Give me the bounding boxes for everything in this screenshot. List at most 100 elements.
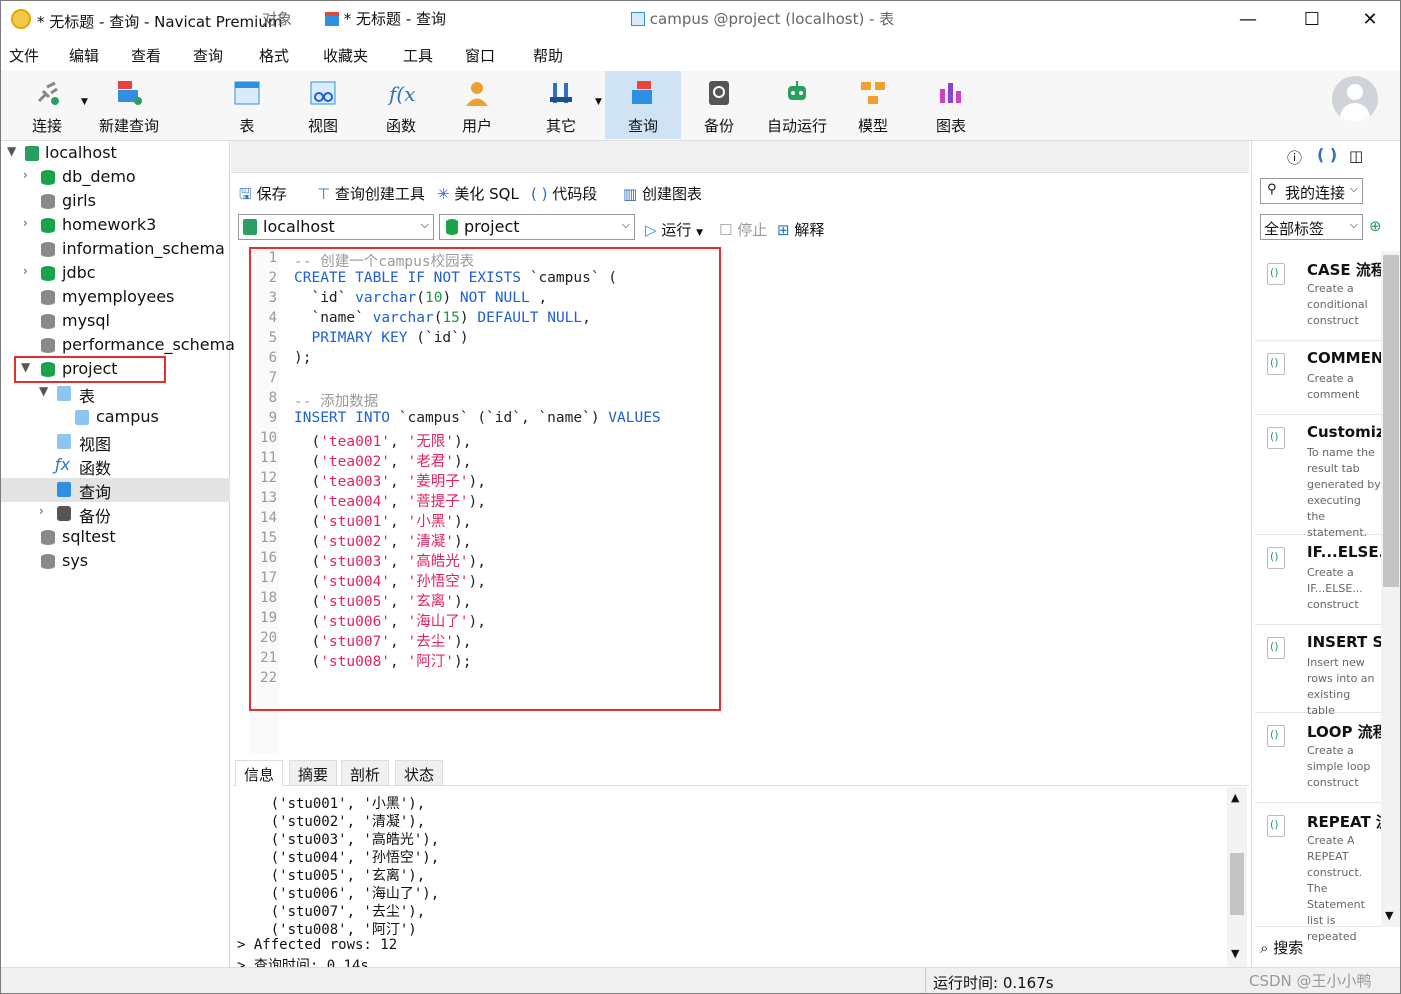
add-snippet-icon[interactable]: ⊕ (1369, 217, 1382, 235)
tree-table-campus[interactable]: campus (1, 406, 230, 430)
tree-db-sys[interactable]: sys (1, 550, 230, 574)
snippet-search[interactable]: ⌕ 搜索 (1260, 937, 1303, 958)
menu-query[interactable]: 查询 (193, 45, 223, 66)
explain-button[interactable]: ⊞ 解释 (777, 219, 824, 240)
connect-dropdown-arrow-icon[interactable]: ▼ (81, 97, 88, 107)
close-button[interactable]: ✕ (1347, 5, 1393, 35)
tree-db-mysql[interactable]: mysql (1, 310, 230, 334)
tab-table-campus[interactable]: campus @project (localhost) - 表 (627, 3, 927, 33)
tree-project-backups[interactable]: › 备份 (1, 502, 230, 526)
tree-db-myemployees[interactable]: myemployees (1, 286, 230, 310)
minimize-button[interactable]: — (1225, 5, 1271, 35)
toolbar-table-button[interactable]: 表 (209, 71, 285, 139)
tree-db-information_schema[interactable]: information_schema (1, 238, 230, 262)
query-icon (632, 81, 652, 104)
snippet-item[interactable]: () REPEAT 流 Create A REPEAT construct. The… (1255, 805, 1381, 943)
function-icon: f(x) (387, 82, 415, 106)
chevron-down-icon: ⌵ (420, 218, 429, 231)
connection-filter-dropdown[interactable]: ⚲ 我的连接 ⌵ (1260, 178, 1363, 204)
tab-profile[interactable]: 剖析 (341, 760, 390, 786)
info-icon[interactable]: ⓘ (1287, 147, 1302, 168)
snippet-item[interactable]: () Customize To name the result tab genera… (1255, 417, 1381, 539)
toolbar-other-button[interactable]: 其它 (523, 71, 599, 139)
menu-window[interactable]: 窗口 (465, 45, 495, 66)
snippet-description: Create A REPEAT construct. The Statement… (1307, 834, 1365, 943)
tree-db-homework3[interactable]: › homework3 (1, 214, 230, 238)
toolbar-view-button[interactable]: 视图 (285, 71, 361, 139)
user-avatar[interactable] (1332, 76, 1378, 122)
tags-filter-dropdown[interactable]: 全部标签 ⌵ (1260, 214, 1363, 240)
scroll-up-icon[interactable]: ▲ (1231, 791, 1239, 804)
tree-db-performance_schema[interactable]: performance_schema (1, 334, 235, 358)
tree-db-girls[interactable]: girls (1, 190, 230, 214)
menu-tools[interactable]: 工具 (403, 45, 433, 66)
tree-project-views[interactable]: 视图 (1, 430, 230, 454)
stop-button[interactable]: ☐ 停止 (719, 219, 767, 240)
output-line: > Affected rows: 12 (237, 937, 398, 953)
snippet-item[interactable]: () IF...ELSE... Create a IF...ELSE... cons… (1255, 537, 1381, 625)
scroll-thumb[interactable] (1383, 255, 1399, 587)
code-snippet-icon[interactable]: ( ) (1317, 145, 1337, 164)
snippet-scrollbar[interactable]: ▼ (1381, 251, 1400, 927)
tree-db-db_demo[interactable]: › db_demo (1, 166, 230, 190)
tree-project-tables[interactable]: ▼ 表 (1, 382, 230, 406)
menu-view[interactable]: 查看 (131, 45, 161, 66)
maximize-button[interactable]: ☐ (1289, 5, 1335, 35)
menu-edit[interactable]: 编辑 (69, 45, 99, 66)
expanded-arrow-icon[interactable]: ▼ (39, 384, 48, 398)
beautify-sql-button[interactable]: ✳ 美化 SQL (437, 183, 519, 204)
other-dropdown-arrow-icon[interactable]: ▼ (595, 97, 602, 107)
tab-summary[interactable]: 摘要 (289, 760, 338, 786)
toolbar-new-query-button[interactable]: 新建查询 (91, 71, 167, 139)
snippet-item[interactable]: () COMMENT Create a comment (1255, 343, 1381, 415)
run-button[interactable]: ▷ 运行 ▼ (645, 219, 703, 240)
toolbar-automation-button[interactable]: 自动运行 (759, 71, 835, 139)
expanded-arrow-icon[interactable]: ▼ (7, 144, 16, 158)
snippet-item[interactable]: () LOOP 流程控 Create a simple loop construct (1255, 715, 1381, 803)
tree-project-queries[interactable]: 查询 (1, 478, 230, 502)
collapsed-arrow-icon[interactable]: › (23, 168, 28, 182)
code-snippet-button[interactable]: ( ) 代码段 (531, 183, 597, 204)
menu-file[interactable]: 文件 (9, 45, 39, 66)
tree-project-functions[interactable]: ƒx 函数 (1, 454, 230, 478)
collapsed-arrow-icon[interactable]: › (23, 216, 28, 230)
tree-db-sqltest[interactable]: sqltest (1, 526, 230, 550)
output-scrollbar[interactable]: ▲ ▼ (1227, 787, 1247, 967)
snippet-item[interactable]: () INSERT Sy Insert new rows into an exist… (1255, 627, 1381, 717)
snippet-item[interactable]: () CASE 流程控 Create a conditional construct (1255, 253, 1381, 341)
toolbar-query-button[interactable]: 查询 (605, 71, 681, 139)
toolbar-chart-button[interactable]: 图表 (913, 71, 989, 139)
tab-status[interactable]: 状态 (395, 760, 444, 786)
collapsed-arrow-icon[interactable]: › (39, 504, 44, 518)
menu-favorites[interactable]: 收藏夹 (323, 45, 368, 66)
tree-connection-localhost[interactable]: ▼ localhost (1, 142, 230, 166)
snippet-file-icon: () (1267, 637, 1285, 659)
database-icon (41, 290, 55, 305)
toolbar-model-button[interactable]: 模型 (835, 71, 911, 139)
snippet-file-icon: () (1267, 427, 1285, 449)
database-select[interactable]: project ⌵ (439, 214, 635, 240)
connection-select[interactable]: localhost ⌵ (238, 214, 434, 240)
create-chart-button[interactable]: ▥ 创建图表 (623, 183, 702, 204)
tab-objects[interactable]: 对象 (237, 3, 317, 33)
save-button[interactable]: 🖫 保存 (239, 183, 287, 209)
toolbar-function-button[interactable]: f(x) 函数 (363, 71, 439, 139)
query-builder-button[interactable]: ⊤ 查询创建工具 (317, 183, 425, 204)
toolbar-connect-button[interactable]: 连接 (9, 71, 85, 139)
view-icon (310, 81, 336, 105)
robot-icon (788, 81, 806, 100)
toolbar-backup-button[interactable]: 备份 (681, 71, 757, 139)
scroll-thumb[interactable] (1230, 853, 1244, 915)
tab-info[interactable]: 信息 (235, 760, 284, 786)
output-line: ('stu008', '阿汀') (237, 922, 417, 938)
toolbar-user-button[interactable]: 用户 (439, 71, 515, 139)
menu-help[interactable]: 帮助 (533, 45, 563, 66)
scroll-down-icon[interactable]: ▼ (1231, 947, 1239, 960)
tab-query-untitled[interactable]: * 无标题 - 查询 (319, 3, 619, 33)
panel-layout-icon[interactable]: ◫ (1349, 147, 1363, 165)
output-line: ('stu002', '清凝'), (237, 814, 426, 830)
collapsed-arrow-icon[interactable]: › (23, 264, 28, 278)
menu-format[interactable]: 格式 (259, 45, 289, 66)
tree-db-jdbc[interactable]: › jdbc (1, 262, 230, 286)
scroll-down-icon[interactable]: ▼ (1385, 909, 1393, 922)
